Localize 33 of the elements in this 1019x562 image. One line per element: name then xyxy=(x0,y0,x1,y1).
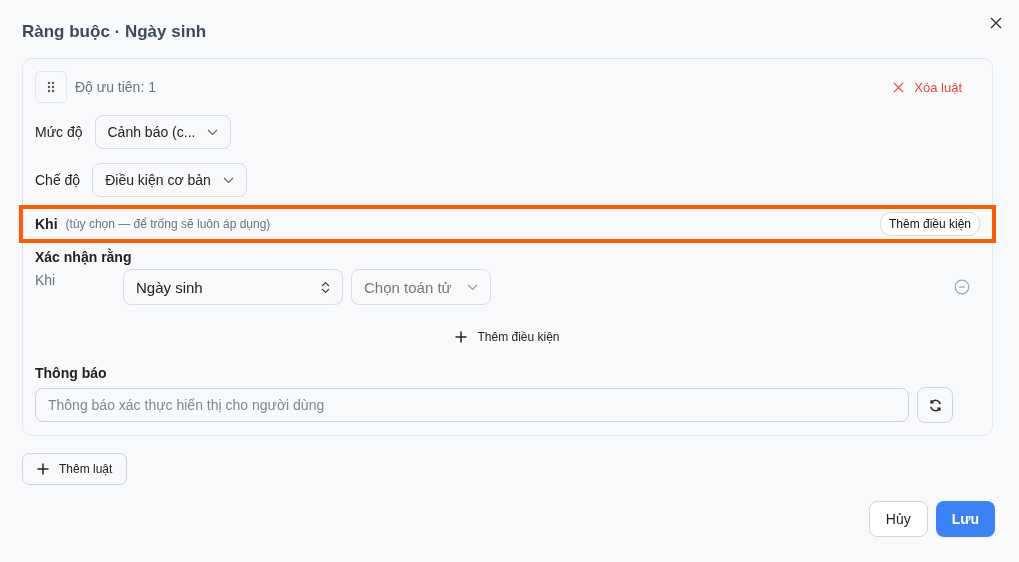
close-icon xyxy=(990,17,1002,29)
assert-label: Xác nhận rằng xyxy=(35,249,133,265)
field-select[interactable]: Ngày sinh xyxy=(123,269,343,305)
when-label: Khi xyxy=(35,216,58,232)
operator-select[interactable]: Chọn toán tử xyxy=(351,269,491,305)
plus-icon xyxy=(455,331,468,343)
add-condition-button[interactable]: Thêm điều kiện xyxy=(879,212,980,236)
when-hint: (tùy chọn — để trống sẽ luôn áp dụng) xyxy=(65,217,271,231)
priority-label: Độ ưu tiên: 1 xyxy=(75,79,156,95)
add-rule-button[interactable]: Thêm luật xyxy=(22,453,128,485)
dialog-title: Ràng buộc · Ngày sinh xyxy=(22,22,207,42)
delete-rule-button[interactable]: Xóa luật xyxy=(887,78,968,96)
chevron-down-icon xyxy=(222,176,234,184)
add-condition-button[interactable]: Thêm điều kiện xyxy=(449,329,566,345)
save-button[interactable]: Lưu xyxy=(935,501,995,537)
severity-label: Mức độ xyxy=(35,124,83,140)
mode-label: Chế độ xyxy=(35,172,81,188)
severity-select[interactable]: Cảnh báo (c... xyxy=(94,115,232,149)
drag-handle-icon xyxy=(47,81,55,93)
drag-handle[interactable] xyxy=(35,71,67,103)
close-button[interactable] xyxy=(988,15,1004,31)
close-icon xyxy=(893,81,905,93)
mode-select[interactable]: Điều kiện cơ bản xyxy=(92,163,247,197)
message-input[interactable]: Thông báo xác thực hiển thị cho người dùng xyxy=(35,388,909,422)
plus-icon xyxy=(37,463,49,475)
message-label: Thông báo xyxy=(35,365,108,381)
refresh-button[interactable] xyxy=(917,387,953,423)
cancel-button[interactable]: Hủy xyxy=(868,501,928,537)
chevron-down-icon xyxy=(207,128,219,136)
condition-prefix: Khi xyxy=(35,271,57,288)
refresh-icon xyxy=(927,397,943,413)
chevron-down-icon xyxy=(467,283,478,291)
up-down-chevron-icon xyxy=(321,280,330,294)
